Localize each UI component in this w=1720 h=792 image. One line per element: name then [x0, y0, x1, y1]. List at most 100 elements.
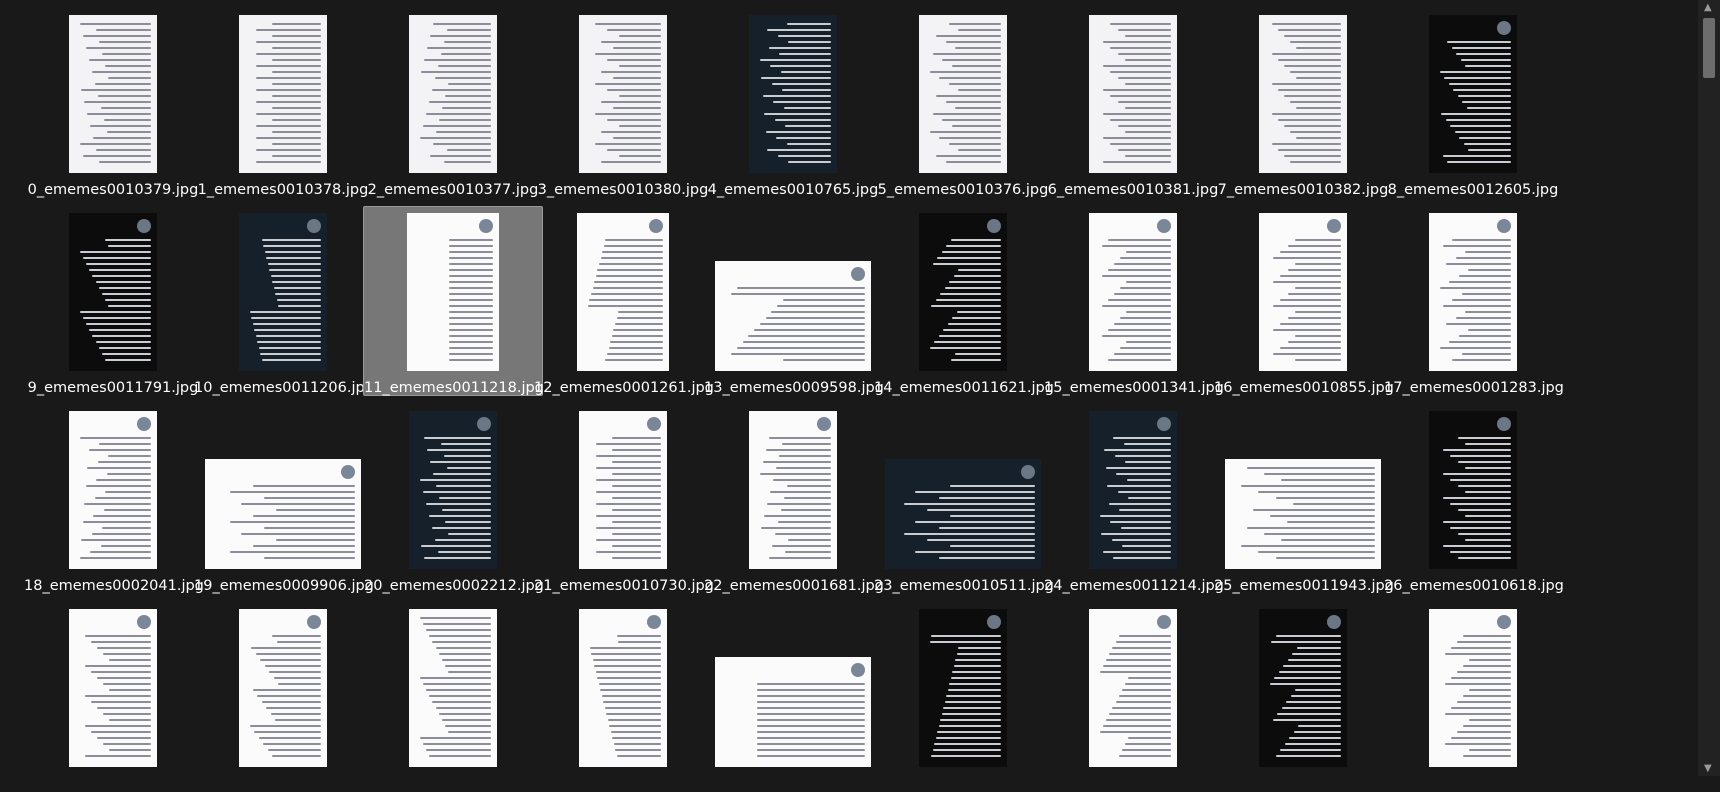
- file-tile[interactable]: 8_ememes0012605.jpg: [1383, 8, 1563, 198]
- file-tile[interactable]: 3_ememes0010380.jpg: [533, 8, 713, 198]
- text-line: [104, 509, 151, 511]
- file-tile[interactable]: 16_ememes0010855.jpg: [1213, 206, 1394, 396]
- text-line: [946, 245, 1001, 247]
- text-line: [1469, 659, 1511, 661]
- file-tile[interactable]: 5_ememes0010376.jpg: [873, 8, 1053, 198]
- text-line: [105, 65, 151, 67]
- image-thumbnail: [579, 15, 667, 173]
- file-tile[interactable]: 12_ememes0001261.jpg: [533, 206, 714, 396]
- text-line: [93, 137, 151, 139]
- text-line: [1280, 275, 1341, 277]
- text-line: [593, 287, 663, 289]
- text-line: [612, 449, 661, 451]
- text-line: [596, 539, 661, 541]
- text-line: [91, 731, 151, 733]
- file-tile[interactable]: 0_ememes0010379.jpg: [23, 8, 203, 198]
- text-line: [1443, 245, 1511, 247]
- file-tile[interactable]: 23_ememes0010511.jpg: [873, 404, 1054, 594]
- text-line: [109, 689, 151, 691]
- text-line: [607, 59, 661, 61]
- scroll-down-arrow-icon[interactable]: ▼: [1704, 763, 1712, 774]
- text-line: [1103, 89, 1171, 91]
- file-tile[interactable]: 21_ememes0010730.jpg: [533, 404, 714, 594]
- file-tile[interactable]: 32_ememes.jpg: [873, 602, 1053, 792]
- avatar: [1327, 615, 1341, 629]
- file-tile[interactable]: 24_ememes0011214.jpg: [1043, 404, 1224, 594]
- text-line: [250, 725, 321, 727]
- text-line: [80, 311, 151, 313]
- text-line: [1290, 161, 1341, 163]
- scroll-up-arrow-icon[interactable]: ▲: [1704, 2, 1712, 13]
- text-line: [612, 497, 661, 499]
- file-tile[interactable]: 20_ememes0002212.jpg: [363, 404, 544, 594]
- text-line: [612, 545, 661, 547]
- text-line: [1116, 473, 1171, 475]
- file-tile[interactable]: 4_ememes0010765.jpg: [703, 8, 883, 198]
- text-line: [1296, 77, 1341, 79]
- text-line: [595, 113, 661, 115]
- file-tile[interactable]: 11_ememes0011218.jpg: [363, 206, 544, 396]
- avatar: [1497, 417, 1511, 431]
- text-line: [1114, 353, 1171, 355]
- text-line: [615, 323, 663, 325]
- file-tile[interactable]: 1_ememes0010378.jpg: [193, 8, 373, 198]
- text-line: [757, 719, 865, 721]
- text-line: [952, 125, 1001, 127]
- image-thumbnail: [409, 15, 497, 173]
- file-tile[interactable]: 15_ememes0001341.jpg: [1043, 206, 1224, 396]
- file-tile[interactable]: 35_ememes.jpg: [1383, 602, 1563, 792]
- text-line: [91, 701, 151, 703]
- text-line: [1296, 107, 1341, 109]
- text-line: [426, 629, 491, 631]
- text-line: [272, 755, 321, 757]
- text-line: [767, 149, 831, 151]
- file-tile[interactable]: 33_ememes.jpg: [1043, 602, 1223, 792]
- text-line: [1296, 137, 1341, 139]
- file-tile[interactable]: 22_ememes0001681.jpg: [703, 404, 884, 594]
- file-tile[interactable]: 25_ememes0011943.jpg: [1213, 404, 1394, 594]
- text-line: [449, 251, 493, 253]
- file-tile[interactable]: 18_ememes0002041.jpg: [23, 404, 204, 594]
- file-tile[interactable]: 31_ememes.jpg: [703, 602, 883, 792]
- text-line: [784, 497, 831, 499]
- text-line: [1290, 41, 1341, 43]
- vertical-scrollbar[interactable]: ▲ ▼: [1698, 0, 1720, 776]
- file-tile[interactable]: 2_ememes0010377.jpg: [363, 8, 543, 198]
- file-tile[interactable]: 26_ememes0010618.jpg: [1383, 404, 1564, 594]
- text-line: [605, 239, 663, 241]
- file-tile[interactable]: 9_ememes0011791.jpg: [23, 206, 203, 396]
- text-line: [420, 677, 491, 679]
- text-line: [426, 503, 491, 505]
- file-tile[interactable]: 28_ememes.jpg: [193, 602, 373, 792]
- file-tile[interactable]: 6_ememes0010381.jpg: [1043, 8, 1223, 198]
- file-tile[interactable]: 14_ememes0011621.jpg: [873, 206, 1054, 396]
- text-line: [933, 113, 1001, 115]
- file-tile[interactable]: 34_ememes.jpg: [1213, 602, 1393, 792]
- text-line: [1253, 509, 1375, 511]
- file-tile[interactable]: 30_ememes.jpg: [533, 602, 713, 792]
- text-line: [1274, 677, 1341, 679]
- file-tile[interactable]: 10_ememes0011206.jpg: [193, 206, 374, 396]
- file-tile[interactable]: 17_ememes0001283.jpg: [1383, 206, 1564, 396]
- text-line: [783, 359, 865, 361]
- text-line: [1118, 125, 1171, 127]
- scrollbar-thumb[interactable]: [1703, 18, 1715, 78]
- text-line: [1295, 359, 1341, 361]
- text-line: [958, 647, 1001, 649]
- text-line: [1445, 653, 1511, 655]
- text-line: [441, 53, 491, 55]
- file-tile[interactable]: 27_ememes.jpg: [23, 602, 203, 792]
- text-line: [1297, 647, 1341, 649]
- text-line: [731, 353, 865, 355]
- file-tile[interactable]: 19_ememes0009906.jpg: [193, 404, 374, 594]
- file-tile[interactable]: 7_ememes0010382.jpg: [1213, 8, 1393, 198]
- text-line: [950, 545, 1035, 547]
- file-tile[interactable]: 13_ememes0009598.jpg: [703, 206, 884, 396]
- text-line: [102, 527, 151, 529]
- text-line: [600, 689, 661, 691]
- text-line: [251, 647, 321, 649]
- file-tile[interactable]: 29_ememes.jpg: [363, 602, 543, 792]
- text-line: [449, 293, 493, 295]
- text-line: [1281, 479, 1375, 481]
- text-line: [1465, 251, 1511, 253]
